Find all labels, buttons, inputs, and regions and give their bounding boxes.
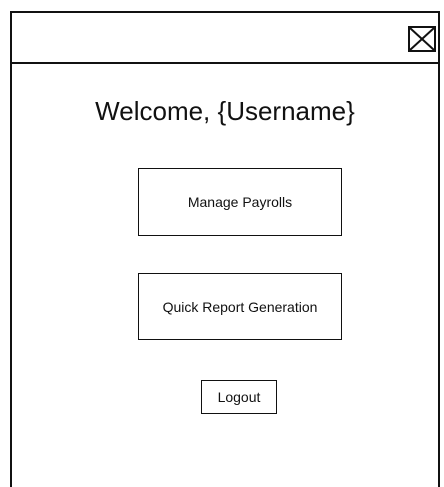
welcome-heading: Welcome, {Username} xyxy=(95,96,355,126)
app-window: Welcome, {Username} Manage Payrolls Quic… xyxy=(10,11,440,487)
close-box-icon xyxy=(410,28,434,50)
close-button[interactable] xyxy=(408,26,436,52)
manage-payrolls-button[interactable]: Manage Payrolls xyxy=(138,168,342,236)
quick-report-generation-label: Quick Report Generation xyxy=(162,298,318,315)
quick-report-generation-button[interactable]: Quick Report Generation xyxy=(138,273,342,340)
logout-button[interactable]: Logout xyxy=(201,380,277,414)
manage-payrolls-label: Manage Payrolls xyxy=(187,194,293,210)
logout-label: Logout xyxy=(217,389,261,405)
title-bar xyxy=(12,13,438,64)
